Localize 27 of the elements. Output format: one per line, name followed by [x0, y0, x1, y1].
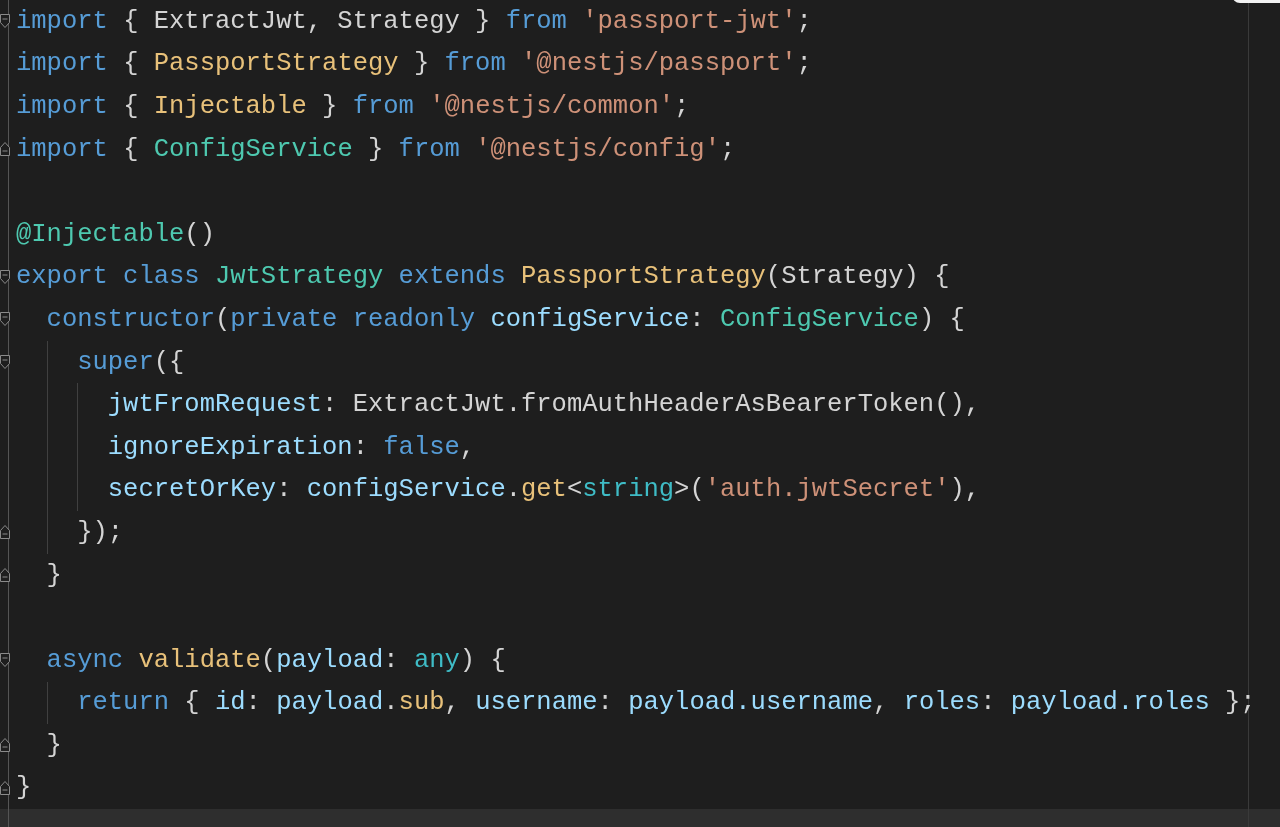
code-line: import { ExtractJwt, Strategy } from 'passport-jwt';	[16, 6, 812, 36]
code-line: import { Injectable } from '@nestjs/common';	[16, 92, 690, 121]
code-line: async validate(payload: any) {	[45, 645, 506, 675]
fold-icon[interactable]	[0, 738, 10, 753]
fold-icon[interactable]	[0, 781, 10, 795]
code-line: });	[76, 517, 124, 547]
code-line: super({	[76, 347, 185, 377]
code-line: @Injectable()	[16, 219, 215, 249]
fold-icon[interactable]	[0, 14, 10, 29]
code-line: ignoreExpiration: false,	[106, 432, 476, 462]
fold-icon[interactable]	[0, 653, 10, 668]
code-line: }	[45, 730, 62, 760]
code-line: }	[16, 773, 32, 803]
code-line: return { id: payload.sub, username: payload.username, roles: payload.roles };	[76, 688, 1256, 718]
fold-icon[interactable]	[0, 525, 10, 540]
fold-icon[interactable]	[0, 355, 10, 370]
fold-icon[interactable]	[0, 269, 10, 284]
fold-icon[interactable]	[0, 312, 10, 327]
code-line: jwtFromRequest: ExtractJwt.fromAuthHeaderAsBearerToken(),	[106, 390, 981, 420]
fold-icon[interactable]	[0, 142, 10, 157]
code-line: secretOrKey: configService.get<string>('auth.jwtSecret'),	[106, 475, 981, 505]
code-line: constructor(private readonly configService: ConfigService) {	[45, 304, 965, 334]
fold-icon[interactable]	[0, 568, 10, 582]
code-line: import { ConfigService } from '@nestjs/config';	[16, 134, 736, 164]
code-line: }	[45, 560, 62, 590]
code-line: import { PassportStrategy } from '@nestjs/passport';	[16, 49, 812, 79]
code-line: export class JwtStrategy extends PassportStrategy(Strategy) {	[16, 262, 950, 292]
